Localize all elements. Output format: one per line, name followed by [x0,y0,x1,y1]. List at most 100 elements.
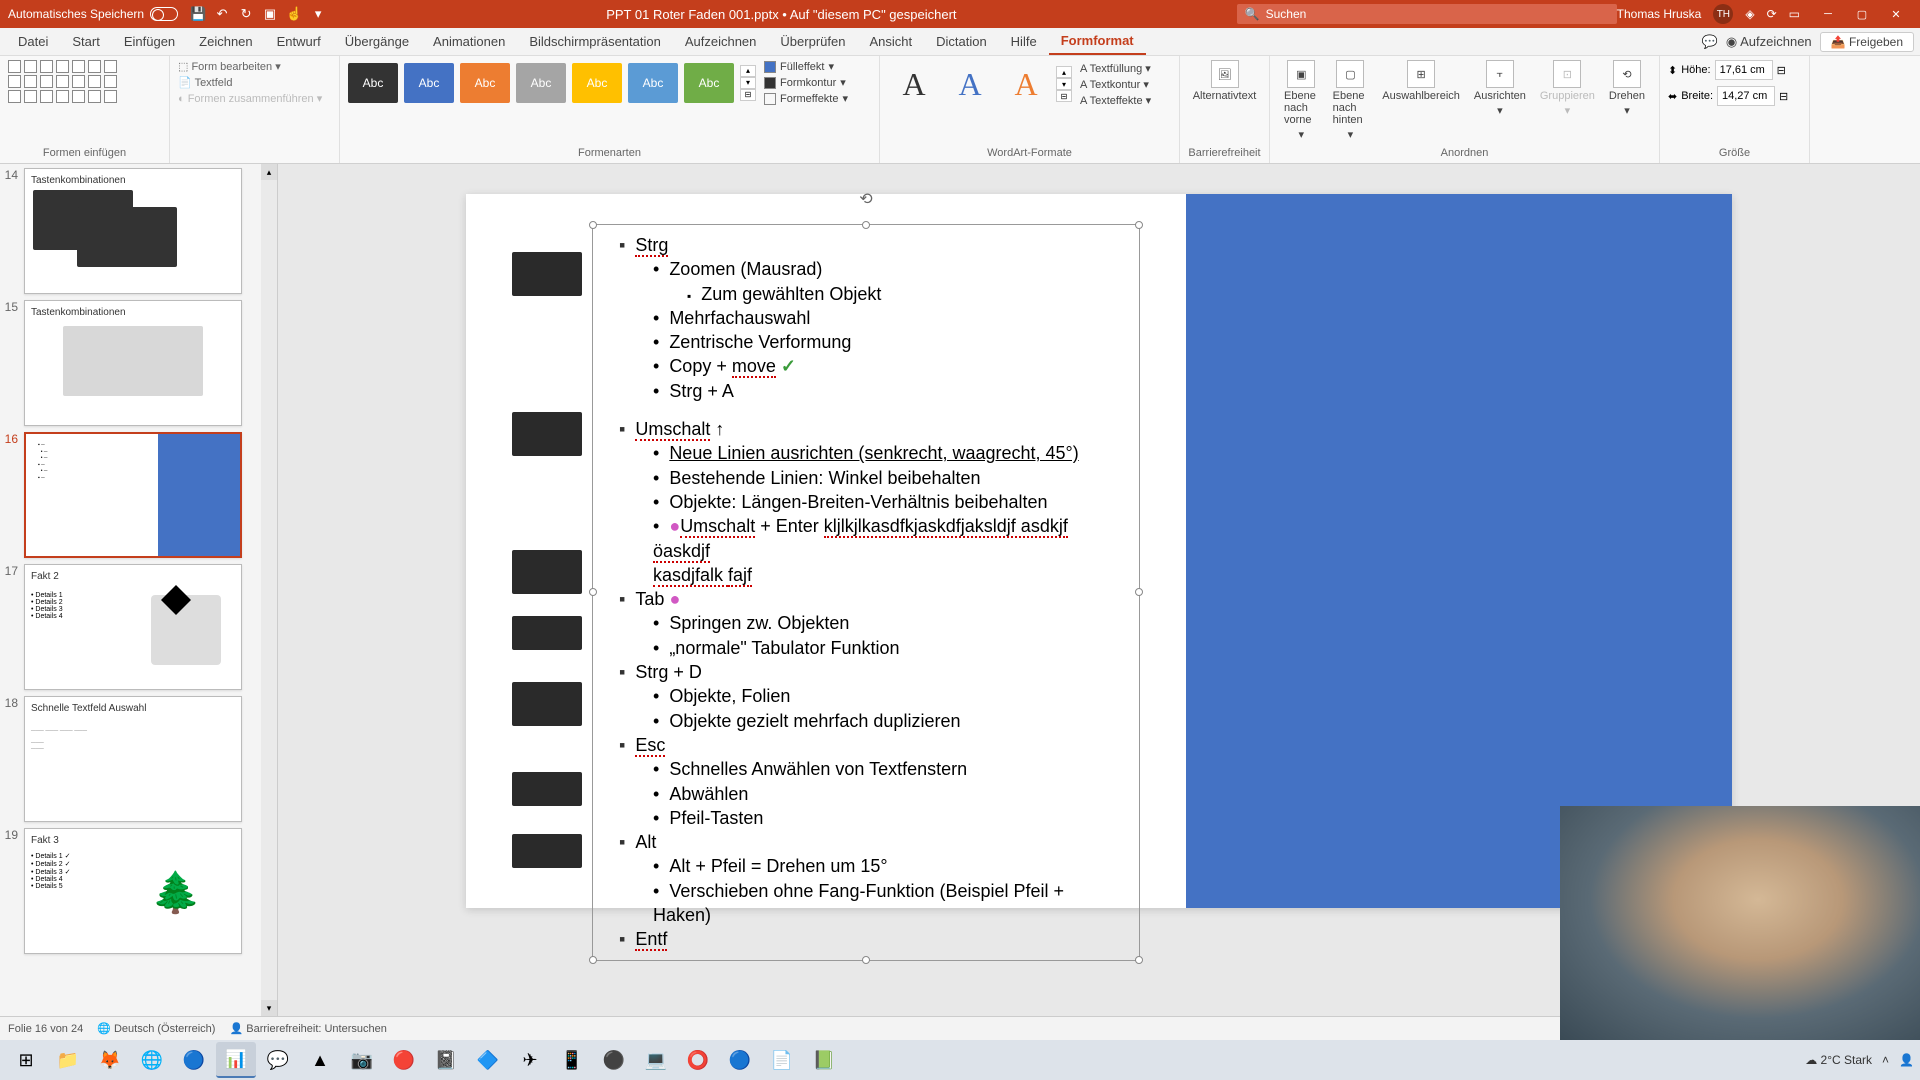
app-icon[interactable]: 🔵 [720,1042,760,1078]
style-black[interactable]: Abc [348,63,398,103]
app-icon[interactable]: 📷 [342,1042,382,1078]
autosave-toggle[interactable]: Automatisches Speichern [8,7,178,21]
excel-icon[interactable]: 📗 [804,1042,844,1078]
form-bearbeiten-button[interactable]: ⬚ Form bearbeiten ▾ [178,60,331,73]
key-image-tab[interactable] [512,550,582,594]
sync-icon[interactable]: ⟳ [1767,7,1777,21]
thumbnail-15[interactable]: 15 Tastenkombinationen [0,300,273,426]
tab-einfugen[interactable]: Einfügen [112,28,187,55]
style-lightblue[interactable]: Abc [628,63,678,103]
texteffekte-button[interactable]: A Texteffekte ▾ [1080,94,1151,107]
auswahlbereich-button[interactable]: ⊞Auswahlbereich [1376,60,1466,141]
spinner-icon[interactable]: ⊟ [1777,64,1786,77]
gallery-up-icon[interactable]: ▴ [740,65,756,77]
minimize-button[interactable]: ─ [1812,3,1844,25]
tab-dictation[interactable]: Dictation [924,28,999,55]
textkontur-button[interactable]: A Textkontur ▾ [1080,78,1151,91]
powerpoint-icon[interactable]: 📊 [216,1042,256,1078]
ebene-vorne-button[interactable]: ▣Ebene nach vorne ▾ [1278,60,1325,141]
diamond-icon[interactable]: ◈ [1745,7,1754,21]
toggle-icon[interactable] [150,7,178,21]
shapes-palette[interactable] [8,60,118,103]
tab-entwurf[interactable]: Entwurf [265,28,333,55]
resize-handle[interactable] [1135,588,1143,596]
accessibility-button[interactable]: 👤 Barrierefreiheit: Untersuchen [229,1022,386,1035]
tab-ansicht[interactable]: Ansicht [857,28,924,55]
textfullung-button[interactable]: A Textfüllung ▾ [1080,62,1151,75]
telegram-icon[interactable]: ✈ [510,1042,550,1078]
width-input[interactable] [1717,86,1775,106]
resize-handle[interactable] [862,221,870,229]
thumbnail-17[interactable]: 17 Fakt 2 • Details 1• Details 2• Detail… [0,564,273,690]
height-input[interactable] [1715,60,1773,80]
gallery-down-icon[interactable]: ▾ [740,77,756,89]
slide[interactable]: ⟲ Strg Zoomen (Mausrad) Zum gewählten Ob… [466,194,1732,908]
edge-icon[interactable]: 🔵 [174,1042,214,1078]
wordart-3[interactable]: A [1000,60,1052,108]
key-image-shift[interactable] [512,412,582,456]
language-button[interactable]: 🌐 Deutsch (Österreich) [97,1022,215,1035]
ausrichten-button[interactable]: ⫟Ausrichten ▾ [1468,60,1532,141]
wordart-gallery[interactable]: A A A ▴ ▾ ⊟ [888,60,1072,108]
resize-handle[interactable] [1135,956,1143,964]
wa-up-icon[interactable]: ▴ [1056,66,1072,78]
shape-styles-gallery[interactable]: Abc Abc Abc Abc Abc Abc Abc ▴ ▾ ⊟ [348,63,756,103]
thumbnail-16[interactable]: 16 ▪ ─ • ─ • ─▪ ─ • ─▪ ─ [0,432,273,558]
resize-handle[interactable] [862,956,870,964]
dropdown-icon[interactable]: ▾ [310,6,326,22]
app-icon[interactable]: 📱 [552,1042,592,1078]
blue-rectangle[interactable] [1186,194,1732,908]
start-button[interactable]: ⊞ [6,1042,46,1078]
maximize-button[interactable]: ▢ [1846,3,1878,25]
key-image-ctrl[interactable] [512,252,582,296]
search-input[interactable]: 🔍 Suchen [1237,4,1617,24]
textfeld-button[interactable]: 📄 Textfeld [178,76,331,89]
resize-handle[interactable] [589,221,597,229]
vlc-icon[interactable]: ▲ [300,1042,340,1078]
undo-icon[interactable]: ↶ [214,6,230,22]
tab-animationen[interactable]: Animationen [421,28,517,55]
resize-handle[interactable] [589,588,597,596]
save-icon[interactable]: 💾 [190,6,206,22]
thumbnail-18[interactable]: 18 Schnelle Textfeld Auswahl ─── ─── ───… [0,696,273,822]
thumbnail-19[interactable]: 19 Fakt 3 • Details 1 ✓• Details 2 ✓• De… [0,828,273,954]
freigeben-button[interactable]: 📤 Freigeben [1820,32,1914,52]
app-icon[interactable]: ⭕ [678,1042,718,1078]
key-image-strgd[interactable] [512,616,582,650]
app-icon[interactable]: 📄 [762,1042,802,1078]
thumb-scroll-down-icon[interactable]: ▾ [261,1000,277,1016]
wordart-1[interactable]: A [888,60,940,108]
tab-uberprufen[interactable]: Überprüfen [768,28,857,55]
formeffekte-button[interactable]: Formeffekte ▾ [764,92,848,105]
thumbnail-14[interactable]: 14 Tastenkombinationen [0,168,273,294]
tab-formformat[interactable]: Formformat [1049,28,1146,55]
resize-handle[interactable] [589,956,597,964]
resize-handle[interactable] [1135,221,1143,229]
key-image-esc[interactable] [512,682,582,726]
drehen-button[interactable]: ⟲Drehen ▾ [1603,60,1651,141]
wordart-2[interactable]: A [944,60,996,108]
thumb-scroll-up-icon[interactable]: ▴ [261,164,277,180]
obs-icon[interactable]: ⚫ [594,1042,634,1078]
close-button[interactable]: ✕ [1880,3,1912,25]
key-image-entf[interactable] [512,834,582,868]
slide-count[interactable]: Folie 16 von 24 [8,1023,83,1035]
key-image-alt[interactable] [512,772,582,806]
gallery-more-icon[interactable]: ⊟ [740,89,756,101]
text-box[interactable]: ⟲ Strg Zoomen (Mausrad) Zum gewählten Ob… [592,224,1140,961]
style-green[interactable]: Abc [684,63,734,103]
tab-aufzeichnen[interactable]: Aufzeichnen [673,28,769,55]
ribbon-display-icon[interactable]: ▭ [1789,7,1800,21]
style-yellow[interactable]: Abc [572,63,622,103]
aufzeichnen-button[interactable]: ◉ Aufzeichnen [1726,34,1812,50]
user-name[interactable]: Thomas Hruska [1617,7,1702,21]
redo-icon[interactable]: ↻ [238,6,254,22]
tab-bildschirm[interactable]: Bildschirmpräsentation [517,28,673,55]
wa-down-icon[interactable]: ▾ [1056,78,1072,90]
spinner-icon[interactable]: ⊟ [1779,90,1788,103]
tray-arrow-icon[interactable]: ˄ [1882,1053,1889,1067]
wa-more-icon[interactable]: ⊟ [1056,90,1072,102]
visio-icon[interactable]: 🔷 [468,1042,508,1078]
app-icon[interactable]: 🔴 [384,1042,424,1078]
style-blue[interactable]: Abc [404,63,454,103]
